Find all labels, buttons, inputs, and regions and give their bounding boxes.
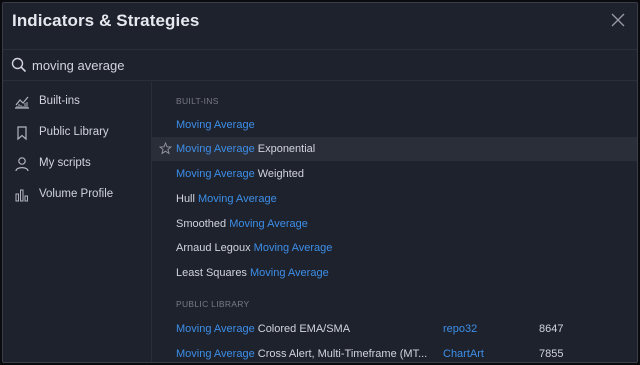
item-name: Moving Average Colored EMA/SMA [176, 323, 351, 335]
sidebar-item-public-library[interactable]: Public Library [3, 119, 151, 147]
search-icon [11, 57, 27, 73]
item-name: Arnaud Legoux Moving Average [176, 242, 333, 254]
volume-profile-icon [15, 189, 28, 202]
close-icon[interactable] [609, 11, 627, 29]
list-item[interactable]: Smoothed Moving Average [152, 212, 637, 236]
item-name: Moving Average [176, 119, 255, 131]
item-author-link[interactable]: ChartArt [443, 348, 484, 360]
sidebar-item-built-ins[interactable]: Built-ins [3, 88, 151, 116]
item-name: Smoothed Moving Average [176, 218, 308, 230]
sidebar-item-label: My scripts [39, 157, 91, 169]
sidebar-item-label: Volume Profile [39, 188, 114, 200]
sidebar-item-label: Built-ins [39, 95, 80, 107]
chart-icon [15, 96, 29, 109]
item-name: Moving Average Exponential [176, 143, 316, 155]
search-input[interactable] [32, 55, 592, 75]
list-item[interactable]: Moving Average Weighted [152, 162, 637, 186]
list-item[interactable]: Hull Moving Average [152, 187, 637, 211]
list-item[interactable]: Moving Average [152, 113, 637, 137]
sidebar-item-label: Public Library [39, 126, 109, 138]
user-icon [15, 157, 29, 172]
item-likes-count: 8647 [539, 323, 564, 335]
search-bar [3, 49, 637, 81]
list-item[interactable]: Moving Average Exponential [152, 137, 637, 161]
list-item[interactable]: Arnaud Legoux Moving Average [152, 236, 637, 260]
sidebar-item-volume-profile[interactable]: Volume Profile [3, 181, 151, 209]
item-name: Hull Moving Average [176, 193, 277, 205]
results-list: BUILT-INS Moving Average Moving Average … [152, 82, 637, 362]
item-name: Least Squares Moving Average [176, 267, 329, 279]
item-name: Moving Average Weighted [176, 168, 305, 180]
dialog-header: Indicators & Strategies [3, 3, 637, 48]
item-name: Moving Average Cross Alert, Multi-Timefr… [176, 348, 428, 360]
list-item[interactable]: Moving Average Colored EMA/SMA repo32 86… [152, 317, 637, 341]
sidebar-item-my-scripts[interactable]: My scripts [3, 150, 151, 178]
indicators-dialog: Indicators & Strategies Built-ins Public… [2, 2, 638, 363]
list-item[interactable]: Least Squares Moving Average [152, 261, 637, 285]
star-icon[interactable] [159, 142, 172, 155]
bookmark-icon [17, 126, 27, 141]
section-header-public-library: PUBLIC LIBRARY [176, 299, 250, 309]
item-likes-count: 7855 [539, 348, 564, 360]
sidebar: Built-ins Public Library My scripts Volu… [3, 82, 151, 362]
item-author-link[interactable]: repo32 [443, 323, 477, 335]
list-item[interactable]: Moving Average Cross Alert, Multi-Timefr… [152, 342, 637, 362]
dialog-title: Indicators & Strategies [12, 11, 200, 30]
section-header-built-ins: BUILT-INS [176, 96, 219, 106]
